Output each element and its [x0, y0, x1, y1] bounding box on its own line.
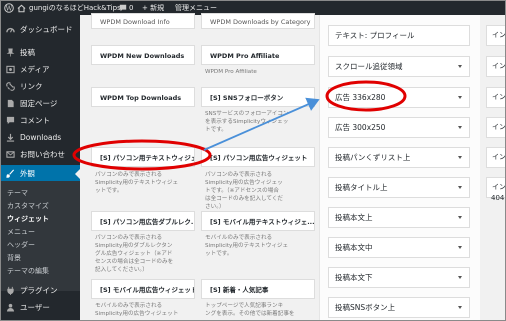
sidebar-item-posts[interactable]: 投稿: [1, 44, 80, 61]
chevron-down-icon[interactable]: [458, 306, 462, 309]
widget-description: パソコンのみで表示される Simplicity用のテキストウィジェ ットです。: [95, 172, 179, 194]
widget-area-profile[interactable]: テキスト: プロフィール: [328, 25, 470, 46]
brush-icon: [6, 169, 15, 178]
sidebar-item-appearance[interactable]: 外観: [1, 165, 80, 182]
widget-area-ad-336x280[interactable]: 広告 336x280: [328, 87, 470, 108]
widget-area-truncated[interactable]: イン: [486, 147, 505, 168]
widget-area-truncated[interactable]: イン: [486, 56, 505, 77]
wordpress-logo-icon[interactable]: W: [4, 1, 14, 15]
admin-sidebar: ダッシュボード 投稿 メディア リンク 固定ページ コメント Downloads: [1, 15, 80, 320]
sidebar-item-pages[interactable]: 固定ページ: [1, 95, 80, 112]
widget-area-body-top[interactable]: 投稿本文上: [328, 207, 470, 228]
sidebar-item-label: プラグイン: [20, 286, 58, 295]
sidebar-item-contact[interactable]: お問い合わせ: [1, 146, 80, 163]
active-indicator: [75, 169, 80, 179]
sidebar-item-downloads[interactable]: Downloads: [1, 129, 80, 146]
widget-description: モバイルのみで表示される Simplicity用のテキストウィジェ ットです。: [205, 235, 289, 257]
chevron-down-icon[interactable]: [458, 216, 462, 219]
sidebar-item-label: ユーザー: [20, 303, 50, 312]
sidebar-item-label: Downloads: [20, 133, 62, 142]
sidebar-item-label: リンク: [20, 82, 43, 91]
sidebar-item-users[interactable]: ユーザー: [1, 299, 80, 316]
appearance-submenu: テーマ カスタマイズ ウィジェット メニュー ヘッダー 背景 テーマの編集: [1, 181, 80, 291]
widget-description: WPDM Pro Affiliate: [205, 69, 257, 75]
widget-areas-panel: テキスト: プロフィール スクロール追従領域 広告 336x280 広告 300…: [319, 15, 480, 320]
sidebar-item-links[interactable]: リンク: [1, 78, 80, 95]
widget-pc-text[interactable]: [S] パソコン用テキストウィジェ...: [91, 147, 195, 167]
widget-area-scroll-follow[interactable]: スクロール追従領域: [328, 56, 470, 77]
chevron-down-icon[interactable]: [458, 246, 462, 249]
sidebar-item-label: メディア: [20, 65, 50, 74]
page-icon: [7, 99, 14, 108]
submenu-item-customize[interactable]: カスタマイズ: [7, 201, 49, 211]
admin-page: W gungiのなるほどHack&Tips 0 + 新規 管理メニュー ダッシュ…: [0, 0, 506, 321]
svg-text:W: W: [6, 4, 13, 12]
sidebar-item-comments[interactable]: コメント: [1, 112, 80, 129]
submenu-item-theme-editor[interactable]: テーマの編集: [7, 266, 49, 276]
media-icon: [6, 65, 15, 74]
right-column: イン イン イン イン イン イン 404: [480, 15, 505, 320]
sidebar-item-label: コメント: [20, 116, 50, 125]
comment-icon: [6, 116, 15, 125]
link-icon: [6, 82, 15, 91]
widget-description: パソコンのみで表示される Simplicity用の広告ウィジェッ トです。（※ア…: [205, 172, 283, 210]
sidebar-item-dashboard[interactable]: ダッシュボード: [1, 21, 80, 38]
submenu-item-header[interactable]: ヘッダー: [7, 240, 35, 250]
widget-area-404[interactable]: 404: [486, 189, 505, 210]
widget-area-body-middle[interactable]: 投稿本文中: [328, 237, 470, 258]
chevron-down-icon[interactable]: [458, 276, 462, 279]
sidebar-item-plugins[interactable]: プラグイン: [1, 282, 80, 299]
sidebar-item-label: 投稿: [20, 48, 35, 57]
widget-area-truncated[interactable]: イン: [486, 87, 505, 108]
submenu-item-themes[interactable]: テーマ: [7, 188, 28, 198]
widget-wpdm-new-downloads[interactable]: WPDM New Downloads: [91, 45, 195, 65]
widget-description: トップページで人気記事ランキ ングを表示。その他では新着記事を: [205, 303, 295, 317]
widget-area-sns-top[interactable]: 投稿SNSボタン上: [328, 297, 470, 318]
sidebar-item-label: お問い合わせ: [20, 150, 65, 159]
plugin-icon: [7, 286, 14, 295]
chevron-down-icon[interactable]: [458, 186, 462, 189]
user-icon: [6, 303, 15, 312]
dashboard-icon: [6, 27, 15, 33]
widget-area-title-top[interactable]: 投稿タイトル上: [328, 177, 470, 198]
widget-wpdm-downloads-by-category[interactable]: WPDM Downloads by Category: [201, 13, 315, 29]
sidebar-item-label: 固定ページ: [20, 99, 58, 108]
widget-new-popular-posts[interactable]: [S] 新着・人気記事: [201, 279, 315, 299]
widget-area-truncated[interactable]: イン: [486, 25, 505, 46]
home-icon[interactable]: [17, 1, 26, 15]
widget-area-truncated[interactable]: イン: [486, 117, 505, 138]
widget-description: パソコンのみで表示される Simplicity用のダブルレクタン グル広告ウィジ…: [95, 235, 174, 273]
sidebar-item-media[interactable]: メディア: [1, 61, 80, 78]
pin-icon: [6, 48, 15, 57]
chevron-down-icon[interactable]: [458, 156, 462, 159]
widget-area-breadcrumb-top[interactable]: 投稿パンくずリスト上: [328, 147, 470, 168]
widget-wpdm-top-downloads[interactable]: WPDM Top Downloads: [91, 87, 195, 107]
widget-wpdm-pro-affiliate[interactable]: WPDM Pro Affiliate: [201, 45, 315, 65]
sidebar-item-label: 外観: [20, 169, 35, 178]
available-widgets: WPDM Download Info WPDM Downloads by Cat…: [87, 13, 319, 320]
chevron-down-icon[interactable]: [458, 126, 462, 129]
widget-area-ad-300x250[interactable]: 広告 300x250: [328, 117, 470, 138]
widget-sns-follow-button[interactable]: [S] SNSフォローボタン: [201, 87, 315, 107]
chevron-down-icon[interactable]: [458, 65, 462, 68]
widget-area-body-bottom[interactable]: 投稿本文下: [328, 267, 470, 288]
submenu-item-menus[interactable]: メニュー: [7, 227, 35, 237]
widget-pc-ad[interactable]: [S] パソコン用広告ウィジェット: [201, 147, 315, 167]
download-icon: [6, 133, 15, 142]
submenu-item-background[interactable]: 背景: [7, 253, 21, 263]
widget-description: SNSサービスのフォローアイコン を表示するSimplicityウィジェッ トで…: [205, 111, 289, 133]
widget-wpdm-download-info[interactable]: WPDM Download Info: [91, 13, 195, 29]
chevron-down-icon[interactable]: [458, 96, 462, 99]
sidebar-item-label: ダッシュボード: [20, 25, 73, 34]
submenu-item-widgets[interactable]: ウィジェット: [7, 214, 49, 224]
widget-pc-double-rectangle-ad[interactable]: [S] パソコン用広告ダブルレク...: [91, 211, 195, 231]
widget-mobile-text[interactable]: [S] モバイル用テキストウィジェ...: [201, 211, 315, 231]
mail-icon: [6, 151, 15, 158]
widget-description: モバイルのみで表示される Simplicity用の広告ウィジェット: [95, 303, 179, 317]
widget-mobile-ad[interactable]: [S] モバイル用広告ウィジェット: [91, 279, 195, 299]
